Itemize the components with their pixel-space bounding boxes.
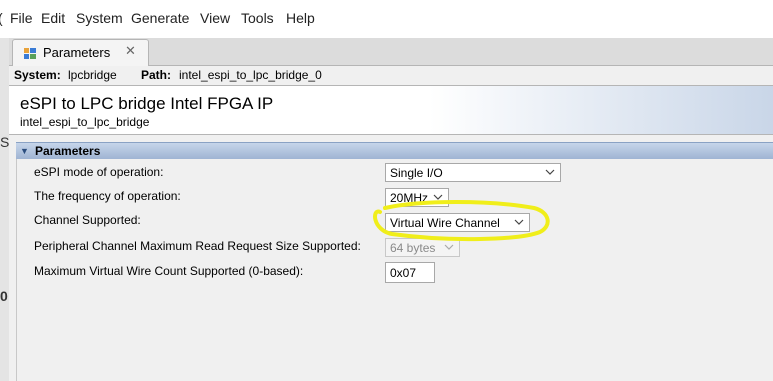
menu-item-edit[interactable]: Edit (41, 10, 65, 26)
channel-label: Channel Supported: (34, 213, 141, 227)
chevron-down-icon (444, 244, 454, 250)
mode-value: Single I/O (390, 166, 443, 180)
menu-item-file-fragment[interactable]: ( (0, 10, 3, 26)
freq-select[interactable]: 20MHz (385, 188, 449, 207)
section-label: Parameters (35, 144, 101, 158)
parameters-icon (24, 48, 36, 59)
left-panel-edge: S 0 (0, 38, 9, 381)
channel-select[interactable]: Virtual Wire Channel (385, 213, 530, 232)
mode-label: eSPI mode of operation: (34, 165, 164, 179)
menu-item-generate[interactable]: Generate (131, 10, 189, 26)
channel-value: Virtual Wire Channel (390, 216, 500, 230)
menu-item-view[interactable]: View (200, 10, 230, 26)
ip-subtitle: intel_espi_to_lpc_bridge (20, 115, 150, 129)
path-bar: System: lpcbridge Path: intel_espi_to_lp… (9, 66, 773, 85)
ip-title: eSPI to LPC bridge Intel FPGA IP (20, 94, 274, 113)
close-icon[interactable]: ✕ (125, 43, 136, 59)
mode-select[interactable]: Single I/O (385, 163, 561, 182)
menu-item-help[interactable]: Help (286, 10, 315, 26)
chevron-down-icon (433, 194, 443, 200)
periph-select: 64 bytes (385, 238, 460, 257)
vwcount-value: 0x07 (390, 266, 417, 280)
menu-bar: ( File Edit System Generate View Tools H… (0, 0, 773, 38)
path-label: Path: (141, 68, 171, 82)
collapse-triangle-icon[interactable]: ▼ (20, 146, 29, 156)
left-fragment-0: 0 (0, 288, 8, 304)
tab-label: Parameters (43, 45, 111, 60)
menu-item-file[interactable]: File (10, 10, 33, 26)
periph-value: 64 bytes (390, 241, 436, 255)
system-value: lpcbridge (68, 68, 117, 82)
system-label: System: (14, 68, 61, 82)
menu-item-system[interactable]: System (76, 10, 123, 26)
chevron-down-icon (545, 169, 555, 175)
periph-label: Peripheral Channel Maximum Read Request … (34, 239, 361, 253)
freq-value: 20MHz (390, 191, 429, 205)
ip-header: eSPI to LPC bridge Intel FPGA IP intel_e… (9, 85, 773, 135)
tab-parameters[interactable]: Parameters ✕ (12, 39, 149, 66)
vwcount-label: Maximum Virtual Wire Count Supported (0-… (34, 264, 304, 278)
menu-item-tools[interactable]: Tools (241, 10, 274, 26)
parameters-section-header[interactable]: ▼ Parameters (16, 142, 773, 159)
chevron-down-icon (514, 219, 524, 225)
freq-label: The frequency of operation: (34, 189, 181, 203)
tab-strip: Parameters ✕ (9, 38, 773, 66)
vwcount-field[interactable]: 0x07 (385, 262, 435, 283)
path-value: intel_espi_to_lpc_bridge_0 (179, 68, 322, 82)
left-fragment-s: S (0, 134, 10, 150)
